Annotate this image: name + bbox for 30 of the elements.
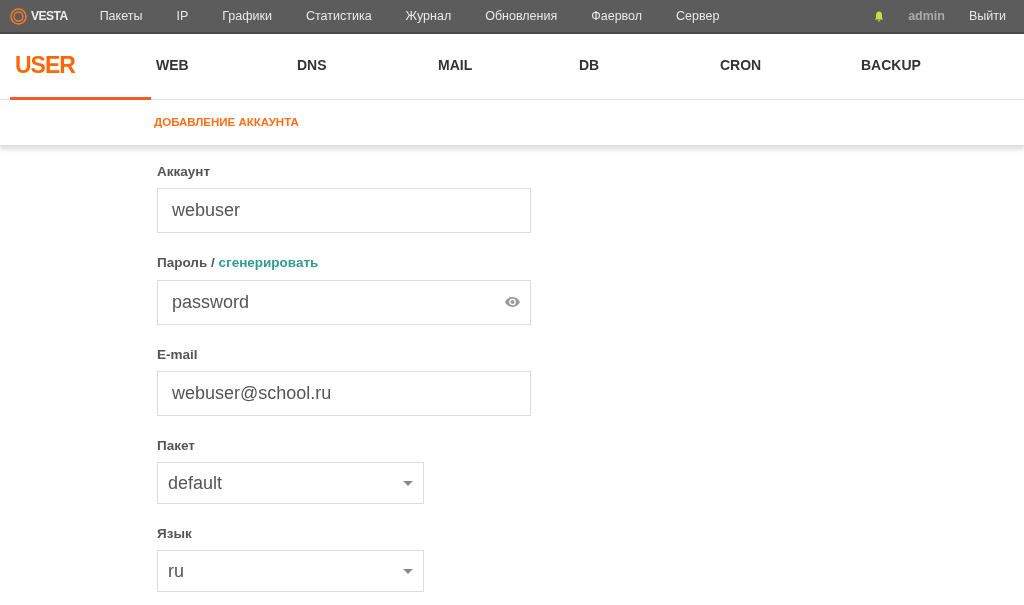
logout-link[interactable]: Выйти [969,6,1006,26]
nav-tab[interactable]: DB [574,34,715,100]
nav-tab[interactable]: WEB [151,34,292,100]
generate-link[interactable]: сгенерировать [218,255,319,271]
input-field[interactable]: webuser@school.ru [157,370,531,416]
menu-link[interactable]: Обновления [485,6,558,26]
menu-link[interactable]: Статистика [305,6,372,26]
menu-link[interactable]: IP [176,6,189,26]
nav-tab[interactable]: USER [10,34,151,100]
field-label: Пароль / [157,255,216,271]
select-field[interactable]: default [157,462,424,504]
nav-tab[interactable]: CRON [715,34,856,100]
nav-tab[interactable]: MAIL [433,34,574,100]
nav-tab[interactable]: BACKUP [856,34,997,100]
logo-text: VESTA [31,8,68,25]
field-label: Пакет [157,436,196,455]
menu-link[interactable]: Пакеты [99,6,143,26]
menu-link[interactable]: Графики [222,6,272,26]
menu-link[interactable]: Журнал [405,6,452,26]
menu-link[interactable]: Сервер [676,6,720,26]
field-label: Аккаунт [157,163,212,181]
select-field[interactable]: ru [157,550,424,593]
input-field[interactable]: webuser [157,188,531,234]
menu-link[interactable]: Фаервол [591,6,643,26]
nav-tab[interactable]: DNS [292,34,433,100]
password-field[interactable]: password [157,279,531,325]
user-name[interactable]: admin [908,6,945,26]
field-label: Язык [157,525,193,543]
field-label: E-mail [157,345,199,364]
page-subtitle: ДОБАВЛЕНИЕ АККАУНТА [154,114,299,130]
